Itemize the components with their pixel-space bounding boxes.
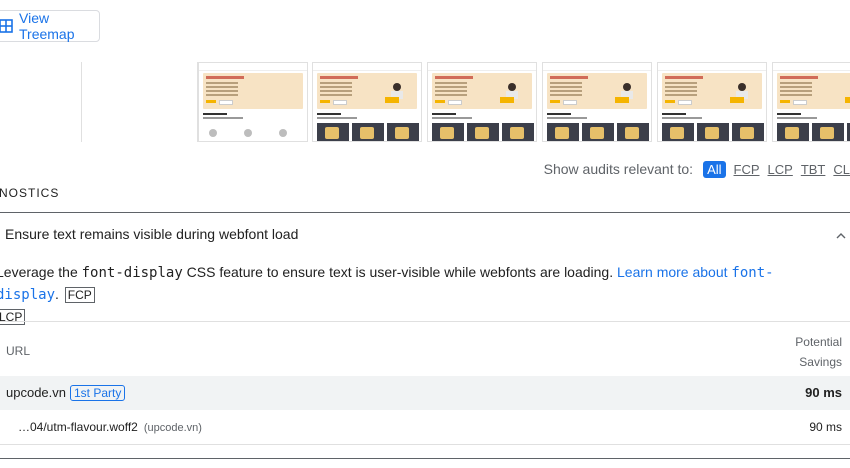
filmstrip (0, 62, 850, 142)
filmstrip-frame (427, 62, 537, 142)
row-savings: 90 ms (805, 385, 842, 400)
audit-header[interactable]: Ensure text remains visible during webfo… (0, 214, 850, 254)
filter-chip-tbt[interactable]: TBT (801, 162, 826, 177)
metric-tag-fcp: FCP (64, 287, 95, 303)
table-row: upcode.vn 1st Party 90 ms (0, 376, 850, 410)
audit-description: Leverage the font-display CSS feature to… (0, 262, 836, 327)
savings-table: URL Potential Savings upcode.vn 1st Party … (0, 321, 850, 445)
desc-text: Leverage the (0, 264, 82, 280)
audit-filter: Show audits relevant to: All FCP LCP TBT… (544, 160, 850, 178)
filmstrip-frame (542, 62, 652, 142)
host-name: upcode.vn (6, 385, 66, 400)
file-origin: (upcode.vn) (143, 422, 202, 434)
col-savings: Potential Savings (795, 332, 842, 372)
filmstrip-frame (312, 62, 422, 142)
divider (0, 458, 850, 459)
filter-chip-lcp[interactable]: LCP (768, 162, 793, 177)
table-header: URL Potential Savings (0, 321, 850, 376)
filter-chip-all[interactable]: All (703, 160, 726, 178)
file-name[interactable]: …04/utm-flavour.woff2 (18, 420, 138, 434)
audit-title: Ensure text remains visible during webfo… (5, 226, 299, 242)
row-file: …04/utm-flavour.woff2 (upcode.vn) (18, 420, 202, 434)
view-treemap-button[interactable]: View Treemap (0, 10, 100, 42)
divider (0, 212, 850, 213)
chevron-up-icon[interactable] (836, 226, 846, 242)
filmstrip-frame (0, 62, 82, 142)
row-savings: 90 ms (809, 420, 842, 434)
col-savings-line2: Savings (799, 355, 842, 369)
desc-text: CSS feature to ensure text is user-visib… (182, 264, 617, 280)
filmstrip-frame (82, 62, 198, 142)
filmstrip-frame (198, 62, 308, 142)
table-row: …04/utm-flavour.woff2 (upcode.vn) 90 ms (0, 410, 850, 445)
col-savings-line1: Potential (795, 335, 842, 349)
filter-chip-fcp[interactable]: FCP (734, 162, 760, 177)
treemap-icon (0, 19, 13, 33)
row-host: upcode.vn 1st Party (6, 385, 126, 401)
learn-more-text: Learn more about (617, 264, 732, 280)
filter-label: Show audits relevant to: (543, 161, 694, 177)
desc-code: font-display (81, 265, 183, 281)
view-treemap-label: View Treemap (19, 10, 75, 42)
party-badge: 1st Party (70, 385, 126, 401)
col-url: URL (6, 344, 31, 358)
desc-period: . (55, 286, 59, 302)
filmstrip-frame (657, 62, 767, 142)
filter-chip-cls[interactable]: CL (833, 162, 850, 177)
filmstrip-frame (772, 62, 850, 142)
section-title: NOSTICS (0, 186, 60, 200)
